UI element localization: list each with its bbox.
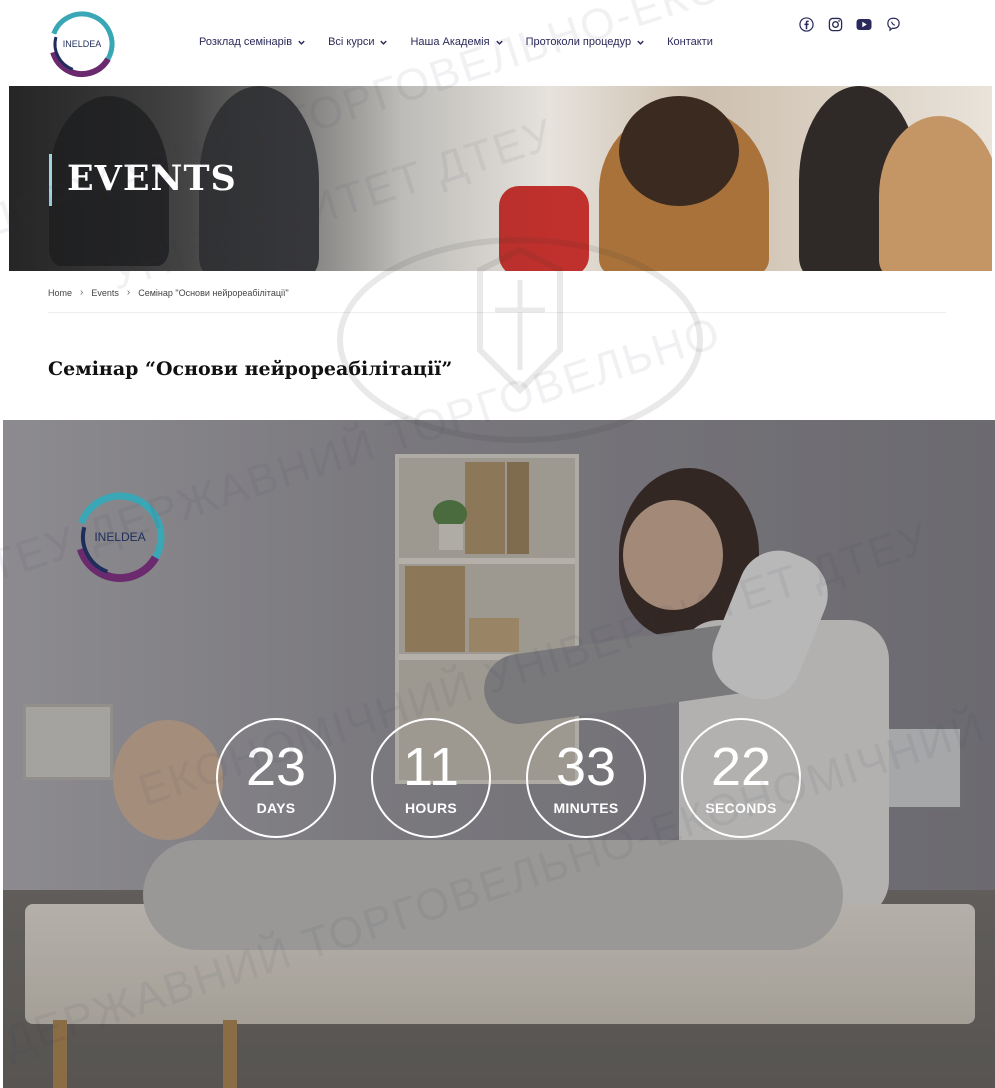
countdown-hours: 11 HOURS [371,718,491,838]
countdown-value: 33 [555,737,617,797]
nav-label: Контакти [667,36,713,48]
logo-text: INELDEA [63,39,102,49]
events-hero-banner: EVENTS [9,86,992,271]
page-title: Семінар “Основи нейрореабілітації” [48,358,453,380]
ineldea-logo[interactable]: INELDEA [48,10,116,78]
chevron-down-icon [637,40,644,45]
event-featured-image: INELDEA 23 DAYS 11 HOURS 33 MINUTES 22 S… [3,420,995,1088]
hero-title: EVENTS [67,158,237,199]
countdown-days: 23 DAYS [216,718,336,838]
countdown-label: DAYS [256,800,296,816]
nav-label: Протоколи процедур [525,36,632,48]
breadcrumb-current: Семінар "Основи нейрореабілітації" [138,287,289,298]
breadcrumb-divider [48,312,946,313]
countdown-value: 11 [402,737,460,797]
chevron-down-icon [298,40,305,45]
viber-icon[interactable] [885,16,901,32]
countdown-minutes: 33 MINUTES [526,718,646,838]
countdown-timer: 23 DAYS 11 HOURS 33 MINUTES 22 SECONDS [216,718,801,838]
chevron-down-icon [380,40,388,45]
countdown-label: MINUTES [553,800,619,816]
nav-procedure-protocols[interactable]: Протоколи процедур [526,36,646,48]
hero-title-accent [49,154,52,206]
youtube-icon[interactable] [856,16,872,32]
breadcrumb: Home › Events › Семінар "Основи нейрореа… [48,287,289,298]
nav-label: Розклад семінарів [199,36,293,48]
nav-our-academy[interactable]: Наша Академія [410,36,503,48]
nav-all-courses[interactable]: Всі курси [328,36,388,48]
nav-label: Всі курси [328,36,375,48]
breadcrumb-home[interactable]: Home [48,288,72,298]
breadcrumb-events[interactable]: Events [91,288,119,298]
nav-seminar-schedule[interactable]: Розклад семінарів [199,36,306,48]
main-nav: Розклад семінарів Всі курси Наша Академі… [199,36,735,48]
instagram-icon[interactable] [827,16,843,32]
countdown-value: 23 [245,737,307,797]
countdown-seconds: 22 SECONDS [681,718,801,838]
chevron-right-icon: › [80,287,84,298]
facebook-icon[interactable] [798,16,814,32]
nav-contacts[interactable]: Контакти [667,36,713,48]
chevron-right-icon: › [126,287,131,298]
nav-label: Наша Академія [410,36,490,48]
event-logo-text: INELDEA [94,530,145,544]
event-logo: INELDEA [75,492,165,582]
countdown-label: HOURS [404,800,458,816]
site-header: INELDEA Розклад семінарів Всі курси Наша… [0,0,995,86]
social-links [798,16,901,32]
chevron-down-icon [495,40,503,45]
countdown-label: SECONDS [705,800,777,816]
countdown-value: 22 [710,737,772,797]
